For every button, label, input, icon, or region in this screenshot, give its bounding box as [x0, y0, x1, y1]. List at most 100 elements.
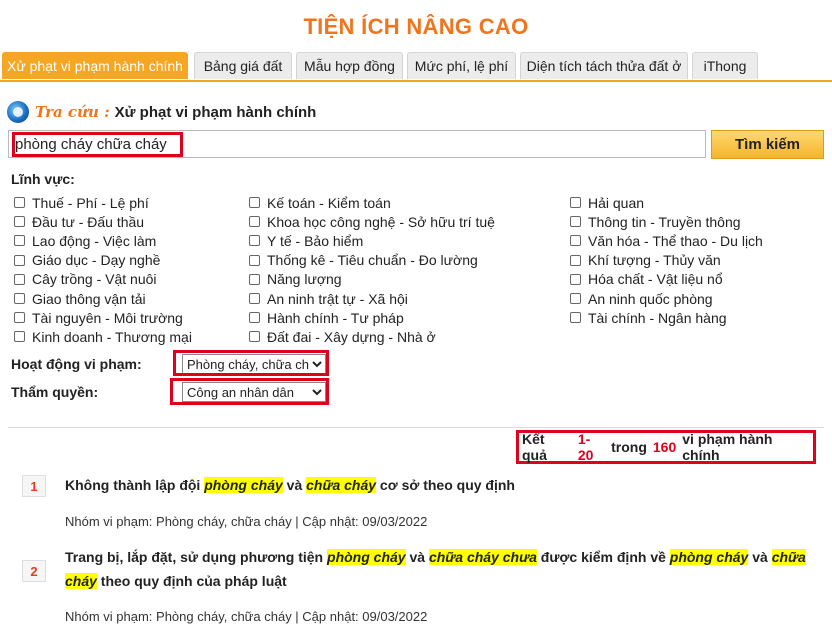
field-checkbox[interactable]: An ninh trật tự - Xã hội: [249, 289, 408, 308]
checkbox-icon[interactable]: [249, 312, 260, 324]
checkbox-icon[interactable]: [570, 235, 581, 247]
field-checkbox-label: Đầu tư - Đấu thầu: [32, 213, 145, 230]
checkbox-icon[interactable]: [570, 216, 581, 228]
field-checkbox[interactable]: Đất đai - Xây dựng - Nhà ở: [249, 327, 436, 346]
checkbox-icon[interactable]: [570, 273, 581, 285]
activity-label: Hoạt động vi phạm:: [11, 356, 142, 372]
field-checkbox-label: Y tế - Bảo hiểm: [267, 232, 364, 249]
field-checkbox-label: Tài nguyên - Môi trường: [32, 309, 183, 326]
title-text: được kiểm định về: [536, 549, 670, 565]
field-checkbox-label: Năng lượng: [267, 271, 342, 288]
field-checkbox-label: Văn hóa - Thể thao - Du lịch: [588, 232, 763, 249]
checkbox-icon[interactable]: [14, 254, 25, 266]
checkbox-icon[interactable]: [14, 216, 25, 228]
field-checkbox-label: Đất đai - Xây dựng - Nhà ở: [267, 328, 436, 345]
highlighted-keyword: chữa cháy chưa: [428, 549, 537, 565]
tra-cuu-label: Tra cứu :: [35, 103, 110, 121]
highlighted-keyword: phòng cháy: [669, 549, 749, 565]
tab-ithong[interactable]: iThong: [692, 52, 758, 79]
field-checkbox[interactable]: Thông tin - Truyền thông: [570, 212, 741, 231]
checkbox-icon[interactable]: [249, 293, 260, 304]
checkbox-icon[interactable]: [14, 273, 25, 285]
field-checkbox[interactable]: Tài nguyên - Môi trường: [14, 308, 183, 327]
title-text: Không thành lập đội: [65, 477, 205, 493]
highlighted-keyword: chữa cháy: [306, 477, 377, 493]
tab-xu-phat[interactable]: Xử phạt vi phạm hành chính: [2, 52, 188, 79]
field-checkbox[interactable]: Văn hóa - Thể thao - Du lịch: [570, 231, 763, 250]
result-item-title[interactable]: Không thành lập đội phòng cháy và chữa c…: [65, 473, 825, 497]
field-checkbox[interactable]: Giáo dục - Dạy nghề: [14, 251, 160, 270]
title-text: và: [405, 549, 429, 565]
result-item-title[interactable]: Trang bị, lắp đặt, sử dụng phương tiện p…: [65, 545, 825, 593]
tab-bang-gia-dat[interactable]: Bảng giá đất: [194, 52, 292, 79]
field-checkbox-label: Thuế - Phí - Lệ phí: [32, 194, 149, 211]
checkbox-icon[interactable]: [570, 293, 581, 304]
field-checkbox-label: An ninh quốc phòng: [588, 290, 713, 307]
checkbox-icon[interactable]: [14, 235, 25, 247]
globe-icon: [7, 101, 29, 123]
activity-select[interactable]: Phòng cháy, chữa ch: [182, 354, 326, 374]
field-checkbox[interactable]: Cây trồng - Vật nuôi: [14, 270, 157, 289]
checkbox-icon[interactable]: [249, 216, 260, 228]
field-checkbox-label: Khí tượng - Thủy văn: [588, 252, 721, 269]
checkbox-icon[interactable]: [14, 293, 25, 304]
field-checkbox-label: Tài chính - Ngân hàng: [588, 309, 727, 326]
result-number-badge[interactable]: 1: [22, 475, 46, 497]
field-checkbox[interactable]: Thuế - Phí - Lệ phí: [14, 193, 149, 212]
result-mid: trong: [611, 439, 647, 455]
field-checkbox[interactable]: Kinh doanh - Thương mại: [14, 327, 192, 346]
result-range: 1-20: [577, 431, 594, 463]
field-checkbox-label: Kinh doanh - Thương mại: [32, 328, 192, 345]
tab-bar: Xử phạt vi phạm hành chính Bảng giá đất …: [0, 50, 832, 82]
field-checkbox[interactable]: Năng lượng: [249, 270, 342, 289]
checkbox-icon[interactable]: [14, 331, 25, 343]
result-item-meta: Nhóm vi phạm: Phòng cháy, chữa cháy | Cậ…: [65, 609, 428, 624]
field-checkbox[interactable]: Thống kê - Tiêu chuẩn - Đo lường: [249, 251, 478, 270]
checkbox-icon[interactable]: [249, 254, 260, 266]
authority-select[interactable]: Công an nhân dân: [182, 382, 326, 402]
field-checkbox-label: Kế toán - Kiểm toán: [267, 194, 391, 211]
divider: [8, 427, 824, 428]
field-checkbox[interactable]: Lao động - Việc làm: [14, 231, 156, 250]
field-checkbox[interactable]: Kế toán - Kiểm toán: [249, 193, 391, 212]
field-checkbox-label: Thống kê - Tiêu chuẩn - Đo lường: [267, 252, 478, 269]
tab-muc-phi[interactable]: Mức phí, lệ phí: [407, 52, 516, 79]
result-item-meta: Nhóm vi phạm: Phòng cháy, chữa cháy | Cậ…: [65, 514, 428, 529]
field-checkbox[interactable]: Đầu tư - Đấu thầu: [14, 212, 144, 231]
checkbox-icon[interactable]: [249, 197, 260, 208]
result-number-badge[interactable]: 2: [22, 560, 46, 582]
checkbox-icon[interactable]: [570, 312, 581, 324]
result-total: 160: [652, 439, 677, 455]
title-text: và: [282, 477, 307, 493]
checkbox-icon[interactable]: [249, 331, 260, 343]
search-button[interactable]: Tìm kiếm: [711, 130, 824, 159]
checkbox-icon[interactable]: [570, 197, 581, 208]
tab-dien-tich[interactable]: Diện tích tách thửa đất ở: [520, 52, 688, 79]
field-checkbox[interactable]: Y tế - Bảo hiểm: [249, 231, 363, 250]
page-title: TIỆN ÍCH NÂNG CAO: [303, 14, 529, 39]
field-checkbox-label: Hành chính - Tư pháp: [267, 309, 404, 326]
field-checkbox-label: Hải quan: [588, 194, 645, 211]
highlighted-keyword: phòng cháy: [204, 477, 283, 493]
checkbox-icon[interactable]: [14, 197, 25, 208]
field-checkbox[interactable]: An ninh quốc phòng: [570, 289, 713, 308]
search-heading: Tra cứu : Xử phạt vi phạm hành chính: [7, 100, 316, 124]
field-checkbox[interactable]: Khoa học công nghệ - Sở hữu trí tuệ: [249, 212, 495, 231]
tab-mau-hop-dong[interactable]: Mẫu hợp đồng: [296, 52, 403, 79]
checkbox-icon[interactable]: [249, 235, 260, 247]
field-checkbox[interactable]: Hành chính - Tư pháp: [249, 308, 404, 327]
checkbox-icon[interactable]: [249, 273, 260, 285]
field-checkbox[interactable]: Hóa chất - Vật liệu nổ: [570, 270, 723, 289]
highlighted-keyword: phòng cháy: [327, 549, 406, 565]
search-input[interactable]: [8, 130, 706, 158]
result-count: Kết quả 1-20 trong 160 vi phạm hành chín…: [516, 430, 816, 464]
field-checkbox[interactable]: Hải quan: [570, 193, 644, 212]
title-text: Trang bị, lắp đặt, sử dụng phương tiện: [65, 549, 328, 565]
title-text: cơ sở theo quy định: [376, 477, 515, 493]
field-checkbox[interactable]: Khí tượng - Thủy văn: [570, 251, 721, 270]
field-checkbox[interactable]: Tài chính - Ngân hàng: [570, 308, 727, 327]
checkbox-icon[interactable]: [570, 254, 581, 266]
field-checkbox[interactable]: Giao thông vận tải: [14, 289, 146, 308]
checkbox-icon[interactable]: [14, 312, 25, 324]
field-checkbox-label: Lao động - Việc làm: [32, 232, 157, 249]
